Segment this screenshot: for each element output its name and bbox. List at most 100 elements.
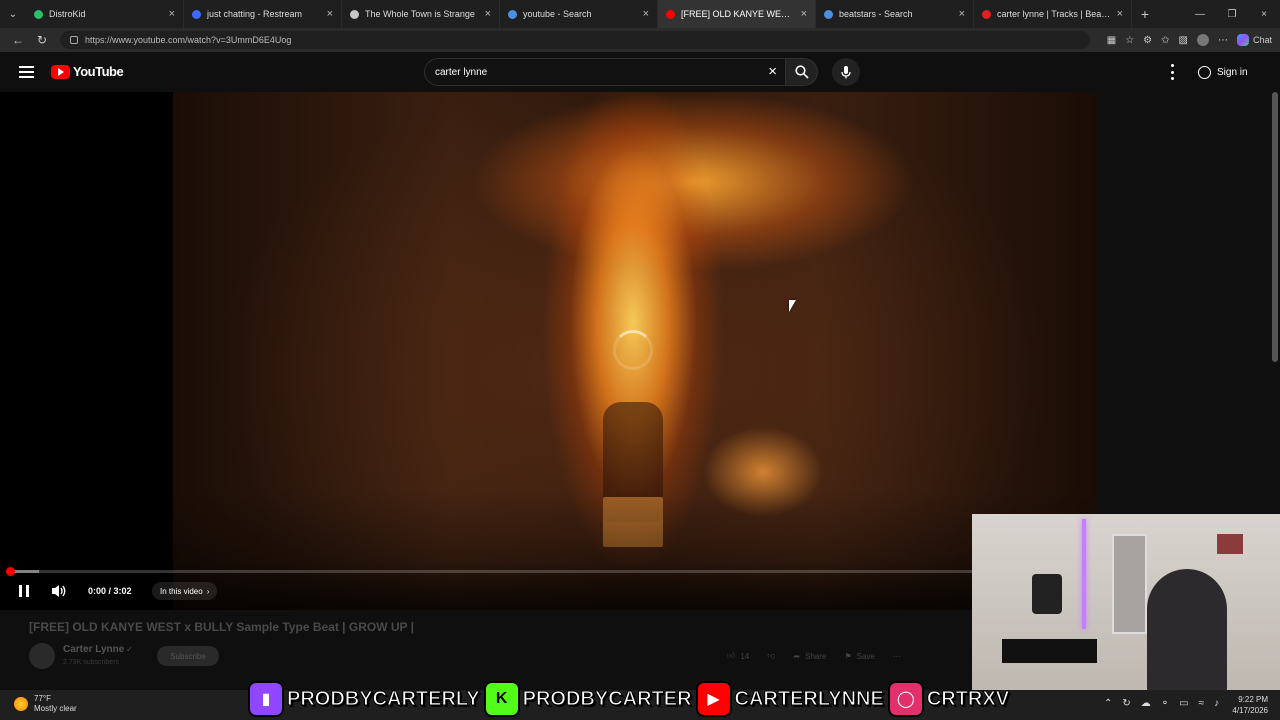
share-label: Share bbox=[805, 651, 827, 661]
player-controls-gradient bbox=[0, 560, 972, 610]
new-tab-icon[interactable]: + bbox=[1132, 6, 1158, 22]
save-button[interactable]: ⚑ Save bbox=[835, 646, 883, 666]
social-kick: K PRODBYCARTER bbox=[483, 681, 692, 717]
search-icon bbox=[794, 65, 809, 79]
subscribe-button[interactable]: Subscribe bbox=[157, 646, 219, 666]
close-tab-icon[interactable]: × bbox=[169, 8, 175, 20]
url-field[interactable]: https://www.youtube.com/watch?v=3UmmD6E4… bbox=[60, 31, 1090, 49]
reload-icon[interactable]: ↻ bbox=[30, 28, 54, 52]
social-instagram: ◯ CRTRXV bbox=[887, 681, 1010, 717]
sign-in-label: Sign in bbox=[1217, 66, 1248, 78]
search-input[interactable]: carter lynne × bbox=[424, 58, 786, 86]
social-handles-overlay: ▮ PRODBYCARTERLY K PRODBYCARTER ▶ CARTER… bbox=[248, 678, 1010, 720]
account-circle-icon bbox=[1198, 65, 1211, 79]
profile-avatar[interactable] bbox=[1196, 34, 1209, 46]
browser-tab-active[interactable]: [FREE] OLD KANYE WEST x BULLY × bbox=[658, 0, 816, 28]
taskbar-clock[interactable]: 9:22 PM 4/17/2026 bbox=[1232, 694, 1268, 716]
guide-menu-icon[interactable] bbox=[19, 66, 34, 78]
webcam-overlay bbox=[972, 514, 1280, 690]
clear-search-icon[interactable]: × bbox=[768, 63, 777, 80]
kick-icon: K bbox=[483, 681, 520, 717]
toolbar-actions: ▦ ☆ ⚙ ✩ ▧ ⋯ Chat bbox=[1107, 28, 1272, 52]
close-tab-icon[interactable]: × bbox=[1117, 8, 1123, 20]
browser-tab[interactable]: youtube - Search × bbox=[500, 0, 658, 28]
voice-search-button[interactable] bbox=[832, 58, 860, 86]
display-icon[interactable]: ▭ bbox=[1179, 698, 1188, 709]
channel-avatar[interactable] bbox=[29, 643, 55, 669]
in-this-video-button[interactable]: In this video › bbox=[152, 582, 218, 600]
pause-button[interactable] bbox=[16, 583, 32, 599]
progress-bar[interactable] bbox=[6, 567, 972, 576]
extensions-icon[interactable]: ⚙ bbox=[1143, 35, 1152, 46]
channel-name[interactable]: Carter Lynne bbox=[63, 644, 124, 655]
tab-list-chevron-icon[interactable]: ⌄ bbox=[0, 0, 26, 28]
browser-tab[interactable]: carter lynne | Tracks | BeatStars Pr × bbox=[974, 0, 1132, 28]
search-button[interactable] bbox=[786, 58, 818, 86]
youtube-play-logo-icon bbox=[51, 64, 70, 79]
like-button[interactable]: 👍︎ 14 bbox=[718, 646, 758, 666]
temperature: 77°F bbox=[34, 694, 51, 703]
browser-tab[interactable]: The Whole Town is Strange × bbox=[342, 0, 500, 28]
chapter-label: In this video bbox=[160, 586, 203, 596]
mic-tray-icon[interactable]: ⚬ bbox=[1161, 698, 1169, 709]
verified-badge-icon: ✓ bbox=[126, 645, 133, 654]
browser-tab[interactable]: DistroKid × bbox=[26, 0, 184, 28]
tab-title: just chatting - Restream bbox=[207, 9, 303, 19]
settings-kebab-icon[interactable] bbox=[1166, 64, 1178, 80]
clock-date: 4/17/2026 bbox=[1232, 706, 1268, 715]
copilot-icon bbox=[1236, 34, 1249, 46]
speaker-icon[interactable]: ♪ bbox=[1214, 698, 1219, 709]
address-bar-row: ← ↻ https://www.youtube.com/watch?v=3Umm… bbox=[0, 28, 1280, 52]
browser-tab[interactable]: beatstars - Search × bbox=[816, 0, 974, 28]
time-display: 0:00 / 3:02 bbox=[88, 586, 132, 596]
back-icon[interactable]: ← bbox=[6, 28, 30, 52]
pause-icon bbox=[19, 585, 22, 597]
youtube-favicon-icon bbox=[666, 9, 675, 19]
social-handle: CRTRXV bbox=[926, 687, 1010, 710]
favicon-icon bbox=[508, 9, 517, 19]
weather-condition: Mostly clear bbox=[34, 704, 77, 713]
close-tab-icon[interactable]: × bbox=[327, 8, 333, 20]
favorite-star-icon[interactable]: ☆ bbox=[1125, 35, 1134, 46]
save-label: Save bbox=[856, 651, 875, 661]
thumbs-down-icon: 👎︎ bbox=[767, 651, 776, 660]
webcam-poster bbox=[1217, 534, 1243, 554]
browser-tab[interactable]: just chatting - Restream × bbox=[184, 0, 342, 28]
mute-button[interactable] bbox=[50, 583, 68, 599]
scrubber-handle[interactable] bbox=[6, 567, 15, 576]
tray-chevron-icon[interactable]: ⌃ bbox=[1104, 698, 1112, 709]
site-info-icon[interactable] bbox=[70, 36, 78, 44]
apps-icon[interactable]: ▦ bbox=[1107, 35, 1116, 46]
cloud-icon[interactable]: ☁ bbox=[1141, 698, 1151, 709]
close-tab-icon[interactable]: × bbox=[643, 8, 649, 20]
weather-icon bbox=[14, 697, 28, 711]
collections-icon[interactable]: ▧ bbox=[1179, 35, 1188, 46]
close-tab-icon[interactable]: × bbox=[801, 8, 807, 20]
weather-widget[interactable]: 77°F Mostly clear bbox=[14, 694, 77, 714]
favicon-icon bbox=[824, 9, 833, 19]
mouse-cursor-icon bbox=[789, 300, 796, 312]
clock-time: 9:22 PM bbox=[1238, 695, 1268, 704]
page-scrollbar[interactable] bbox=[1272, 92, 1278, 362]
close-tab-icon[interactable]: × bbox=[485, 8, 491, 20]
more-menu-icon[interactable]: ⋯ bbox=[1218, 35, 1228, 46]
webcam-keyboard bbox=[1002, 639, 1097, 663]
minimize-icon[interactable]: — bbox=[1184, 0, 1216, 28]
more-actions-icon[interactable]: ⋯ bbox=[884, 646, 910, 666]
sign-in-button[interactable]: Sign in bbox=[1190, 59, 1256, 85]
close-tab-icon[interactable]: × bbox=[959, 8, 965, 20]
favicon-icon bbox=[192, 9, 201, 19]
sync-icon[interactable]: ↻ bbox=[1122, 698, 1130, 709]
restore-icon[interactable]: ❐ bbox=[1216, 0, 1248, 28]
save-playlist-icon: ⚑ bbox=[844, 651, 852, 661]
close-window-icon[interactable]: × bbox=[1248, 0, 1280, 28]
copilot-chat-button[interactable]: Chat bbox=[1236, 34, 1272, 46]
favorites-icon[interactable]: ✩ bbox=[1161, 35, 1169, 46]
share-button[interactable]: ➦ Share bbox=[784, 646, 835, 666]
screen: ⌄ DistroKid × just chatting - Restream ×… bbox=[0, 0, 1280, 720]
wifi-icon[interactable]: ≈ bbox=[1199, 698, 1205, 709]
dislike-button[interactable]: 👎︎ bbox=[758, 646, 784, 666]
like-count: 14 bbox=[740, 651, 750, 661]
webcam-bag bbox=[1032, 574, 1062, 614]
youtube-logo[interactable]: YouTube bbox=[51, 64, 124, 79]
